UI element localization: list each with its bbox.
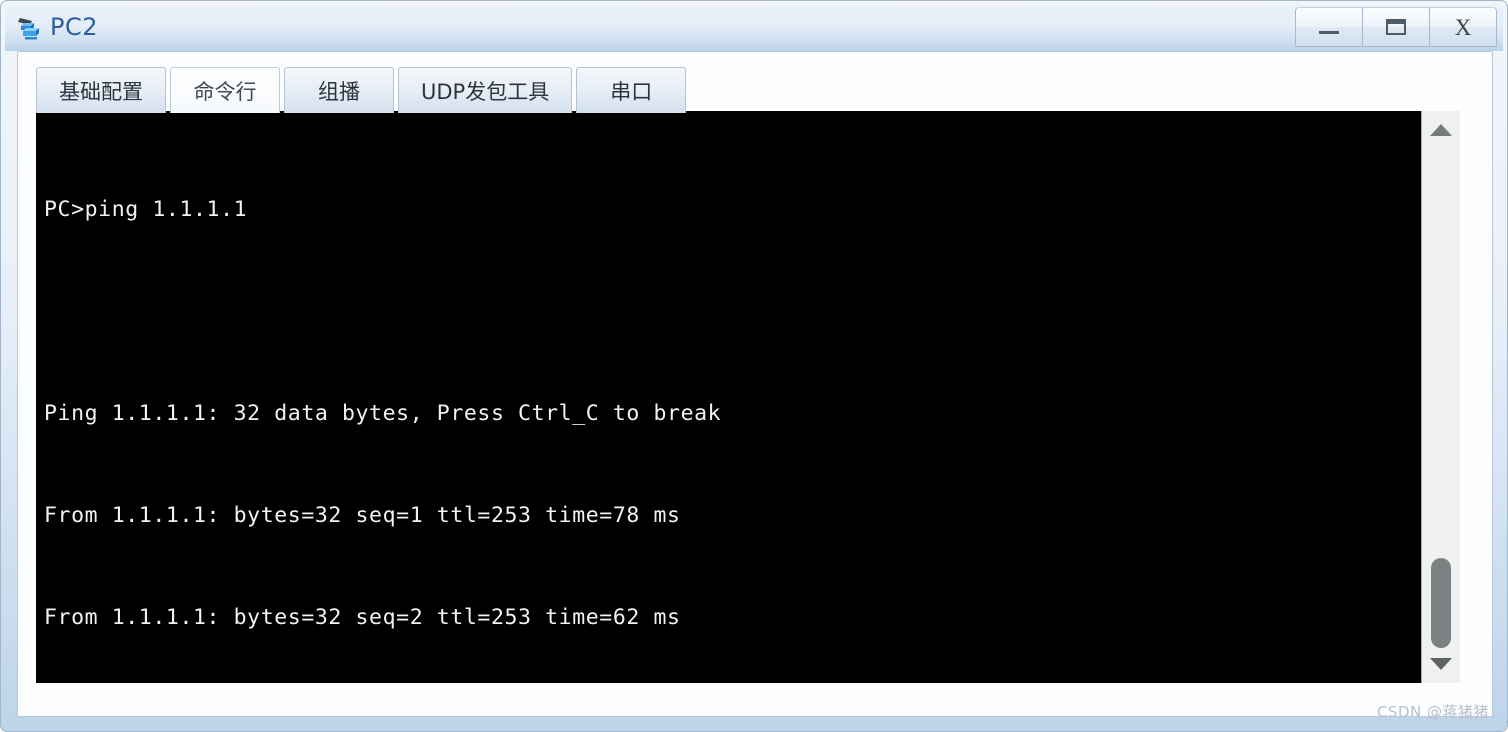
pc-device-icon [15,13,45,43]
window-title: PC2 [50,13,98,41]
close-icon: X [1454,14,1472,40]
maximize-button[interactable] [1362,7,1430,47]
terminal-line: PC>ping 1.1.1.1 [44,197,248,222]
close-button[interactable]: X [1429,7,1497,47]
scrollbar-thumb[interactable] [1431,558,1451,648]
content-panel: 基础配置 命令行 组播 UDP发包工具 串口 PC>ping 1.1.1.1 P… [17,51,1493,717]
minimize-button[interactable] [1295,7,1363,47]
scroll-up-button[interactable] [1422,115,1460,145]
terminal-line: Ping 1.1.1.1: 32 data bytes, Press Ctrl_… [44,401,722,426]
tab-serial-port[interactable]: 串口 [576,67,687,113]
terminal-output[interactable]: PC>ping 1.1.1.1 Ping 1.1.1.1: 32 data by… [36,111,1421,683]
tab-label: 命令行 [193,79,257,104]
triangle-up-icon [1430,124,1452,136]
tab-basic-config[interactable]: 基础配置 [36,67,166,113]
scroll-down-button[interactable] [1422,649,1460,679]
watermark: CSDN @蒋猪猪 [1376,703,1489,721]
terminal-line: From 1.1.1.1: bytes=32 seq=1 ttl=253 tim… [44,503,681,528]
application-window-pc2: PC2 X 基础配置 命令行 组播 UDP发包工具 串口 PC>ping 1.1… [0,0,1508,732]
minimize-icon [1319,30,1339,34]
window-frame: PC2 X 基础配置 命令行 组播 UDP发包工具 串口 PC>ping 1.1… [0,0,1508,732]
terminal-container: PC>ping 1.1.1.1 Ping 1.1.1.1: 32 data by… [36,111,1460,683]
tab-command-line[interactable]: 命令行 [170,67,280,113]
tab-label: 组播 [318,79,360,104]
tab-udp-tool[interactable]: UDP发包工具 [398,67,573,113]
vertical-scrollbar[interactable] [1421,111,1460,683]
tab-label: UDP发包工具 [421,79,550,104]
window-inner: PC2 X 基础配置 命令行 组播 UDP发包工具 串口 PC>ping 1.1… [5,5,1503,727]
title-bar[interactable]: PC2 X [5,5,1503,51]
maximize-icon [1386,19,1406,35]
tab-bar: 基础配置 命令行 组播 UDP发包工具 串口 [36,65,687,113]
terminal-line: From 1.1.1.1: bytes=32 seq=2 ttl=253 tim… [44,605,681,630]
triangle-down-icon [1430,658,1452,670]
tab-label: 串口 [610,79,653,104]
tab-label: 基础配置 [59,79,143,104]
window-controls: X [1295,7,1497,49]
tab-multicast[interactable]: 组播 [284,67,394,113]
